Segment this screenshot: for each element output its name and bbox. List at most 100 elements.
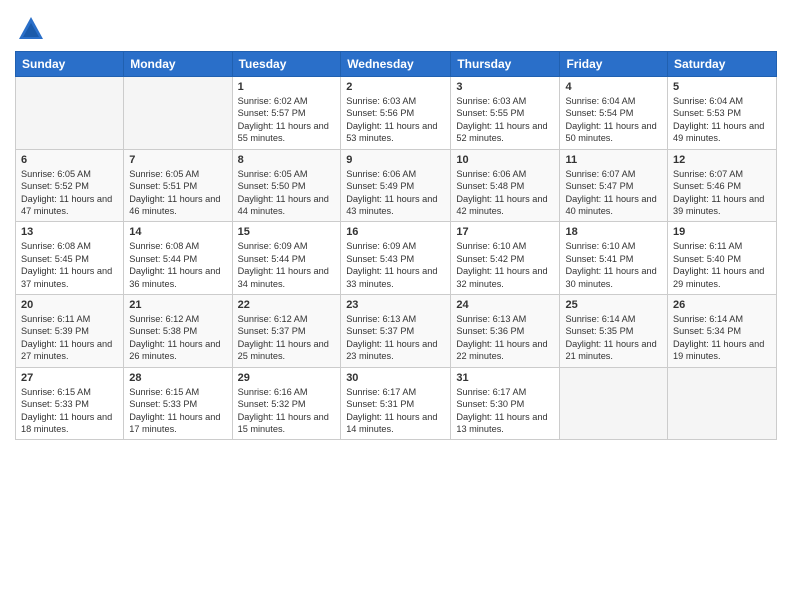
sunrise-label: Sunrise: 6:12 AM bbox=[238, 314, 308, 324]
calendar: SundayMondayTuesdayWednesdayThursdayFrid… bbox=[15, 51, 777, 440]
day-number: 8 bbox=[238, 154, 336, 166]
sunrise-label: Sunrise: 6:09 AM bbox=[238, 241, 308, 251]
day-content: Sunrise: 6:11 AMSunset: 5:40 PMDaylight:… bbox=[673, 240, 771, 290]
day-content: Sunrise: 6:02 AMSunset: 5:57 PMDaylight:… bbox=[238, 95, 336, 145]
calendar-cell: 17Sunrise: 6:10 AMSunset: 5:42 PMDayligh… bbox=[451, 222, 560, 295]
sunset-label: Sunset: 5:46 PM bbox=[673, 181, 741, 191]
sunset-label: Sunset: 5:44 PM bbox=[129, 254, 197, 264]
day-number: 28 bbox=[129, 372, 226, 384]
sunset-label: Sunset: 5:48 PM bbox=[456, 181, 524, 191]
day-number: 31 bbox=[456, 372, 554, 384]
daylight-label: Daylight: 11 hours and 42 minutes. bbox=[456, 194, 547, 216]
daylight-label: Daylight: 11 hours and 18 minutes. bbox=[21, 412, 112, 434]
day-number: 20 bbox=[21, 299, 118, 311]
daylight-label: Daylight: 11 hours and 43 minutes. bbox=[346, 194, 437, 216]
day-content: Sunrise: 6:06 AM Sunset: 5:48 PM Daylight:… bbox=[456, 168, 554, 218]
sunrise-label: Sunrise: 6:05 AM bbox=[21, 169, 91, 179]
day-content: Sunrise: 6:11 AMSunset: 5:39 PMDaylight:… bbox=[21, 313, 118, 363]
calendar-cell: 2Sunrise: 6:03 AMSunset: 5:56 PMDaylight… bbox=[341, 77, 451, 150]
daylight-label: Daylight: 11 hours and 17 minutes. bbox=[129, 412, 220, 434]
day-content: Sunrise: 6:09 AM Sunset: 5:43 PM Daylight:… bbox=[346, 240, 445, 290]
weekday-header-sunday: Sunday bbox=[16, 52, 124, 77]
calendar-cell: 30Sunrise: 6:17 AMSunset: 5:31 PMDayligh… bbox=[341, 367, 451, 440]
daylight-label: Daylight: 11 hours and 13 minutes. bbox=[456, 412, 547, 434]
daylight-label: Daylight: 11 hours and 26 minutes. bbox=[129, 339, 220, 361]
sunrise-label: Sunrise: 6:09 AM bbox=[346, 241, 416, 251]
daylight-label: Daylight: 11 hours and 15 minutes. bbox=[238, 412, 329, 434]
daylight-label: Daylight: 11 hours and 53 minutes. bbox=[346, 121, 437, 143]
calendar-cell: 1 Sunrise: 6:02 AMSunset: 5:57 PMDaylight… bbox=[232, 77, 341, 150]
sunset-label: Sunset: 5:44 PM bbox=[238, 254, 306, 264]
sunset-label: Sunset: 5:49 PM bbox=[346, 181, 414, 191]
sunrise-label: Sunrise: 6:10 AM bbox=[456, 241, 526, 251]
daylight-label: Daylight: 11 hours and 33 minutes. bbox=[346, 266, 437, 288]
day-number: 25 bbox=[565, 299, 662, 311]
daylight-label: Daylight: 11 hours and 27 minutes. bbox=[21, 339, 112, 361]
day-number: 17 bbox=[456, 226, 554, 238]
day-number: 9 bbox=[346, 154, 445, 166]
daylight-label: Daylight: 11 hours and 47 minutes. bbox=[21, 194, 112, 216]
logo-icon bbox=[17, 15, 45, 43]
sunrise-label: Sunrise: 6:07 AM bbox=[565, 169, 635, 179]
calendar-cell: 27Sunrise: 6:15 AMSunset: 5:33 PMDayligh… bbox=[16, 367, 124, 440]
calendar-cell: 23Sunrise: 6:13 AMSunset: 5:37 PMDayligh… bbox=[341, 295, 451, 368]
sunrise-label: Sunrise: 6:13 AM bbox=[346, 314, 416, 324]
day-number: 5 bbox=[673, 81, 771, 93]
sunrise-label: Sunrise: 6:05 AM bbox=[238, 169, 308, 179]
sunrise-label: Sunrise: 6:07 AM bbox=[673, 169, 743, 179]
sunrise-label: Sunrise: 6:10 AM bbox=[565, 241, 635, 251]
calendar-cell: 6 Sunrise: 6:05 AM Sunset: 5:52 PM Daylight… bbox=[16, 149, 124, 222]
calendar-cell: 25Sunrise: 6:14 AMSunset: 5:35 PMDayligh… bbox=[560, 295, 668, 368]
calendar-cell: 10 Sunrise: 6:06 AM Sunset: 5:48 PM Dayligh… bbox=[451, 149, 560, 222]
sunset-label: Sunset: 5:33 PM bbox=[21, 399, 89, 409]
sunset-label: Sunset: 5:52 PM bbox=[21, 181, 89, 191]
day-content: Sunrise: 6:05 AMSunset: 5:50 PMDaylight:… bbox=[238, 168, 336, 218]
calendar-week-row: 6 Sunrise: 6:05 AM Sunset: 5:52 PM Daylight… bbox=[16, 149, 777, 222]
calendar-cell: 31 Sunrise: 6:17 AMSunset: 5:30 PMDayligh… bbox=[451, 367, 560, 440]
weekday-header-monday: Monday bbox=[124, 52, 232, 77]
sunrise-label: Sunrise: 6:03 AM bbox=[456, 96, 526, 106]
day-content: Sunrise: 6:16 AMSunset: 5:32 PMDaylight:… bbox=[238, 386, 336, 436]
day-content: Sunrise: 6:17 AMSunset: 5:30 PMDaylight:… bbox=[456, 386, 554, 436]
calendar-cell: 22Sunrise: 6:12 AMSunset: 5:37 PMDayligh… bbox=[232, 295, 341, 368]
day-number: 21 bbox=[129, 299, 226, 311]
daylight-label: Daylight: 11 hours and 21 minutes. bbox=[565, 339, 656, 361]
day-number: 10 bbox=[456, 154, 554, 166]
sunset-label: Sunset: 5:43 PM bbox=[346, 254, 414, 264]
sunrise-label: Sunrise: 6:08 AM bbox=[129, 241, 199, 251]
sunset-label: Sunset: 5:50 PM bbox=[238, 181, 306, 191]
sunrise-label: Sunrise: 6:17 AM bbox=[456, 387, 526, 397]
calendar-cell: 3Sunrise: 6:03 AMSunset: 5:55 PMDaylight… bbox=[451, 77, 560, 150]
sunrise-label: Sunrise: 6:02 AM bbox=[238, 96, 308, 106]
calendar-cell: 26Sunrise: 6:14 AMSunset: 5:34 PMDayligh… bbox=[668, 295, 777, 368]
day-content: Sunrise: 6:12 AMSunset: 5:37 PMDaylight:… bbox=[238, 313, 336, 363]
daylight-label: Daylight: 11 hours and 55 minutes. bbox=[238, 121, 329, 143]
sunrise-label: Sunrise: 6:06 AM bbox=[456, 169, 526, 179]
day-content: Sunrise: 6:05 AM Sunset: 5:52 PM Daylight:… bbox=[21, 168, 118, 218]
daylight-label: Daylight: 11 hours and 19 minutes. bbox=[673, 339, 764, 361]
sunset-label: Sunset: 5:31 PM bbox=[346, 399, 414, 409]
calendar-cell: 4Sunrise: 6:04 AMSunset: 5:54 PMDaylight… bbox=[560, 77, 668, 150]
daylight-label: Daylight: 11 hours and 37 minutes. bbox=[21, 266, 112, 288]
day-content: Sunrise: 6:07 AMSunset: 5:46 PMDaylight:… bbox=[673, 168, 771, 218]
calendar-cell: 8Sunrise: 6:05 AMSunset: 5:50 PMDaylight… bbox=[232, 149, 341, 222]
day-content: Sunrise: 6:13 AMSunset: 5:36 PMDaylight:… bbox=[456, 313, 554, 363]
day-content: Sunrise: 6:08 AMSunset: 5:44 PMDaylight:… bbox=[129, 240, 226, 290]
calendar-cell bbox=[560, 367, 668, 440]
day-number: 29 bbox=[238, 372, 336, 384]
calendar-cell: 24Sunrise: 6:13 AMSunset: 5:36 PMDayligh… bbox=[451, 295, 560, 368]
day-content: Sunrise: 6:15 AMSunset: 5:33 PMDaylight:… bbox=[21, 386, 118, 436]
day-number: 1 bbox=[238, 81, 336, 93]
sunrise-label: Sunrise: 6:16 AM bbox=[238, 387, 308, 397]
daylight-label: Daylight: 11 hours and 46 minutes. bbox=[129, 194, 220, 216]
day-number: 6 bbox=[21, 154, 118, 166]
weekday-header-saturday: Saturday bbox=[668, 52, 777, 77]
sunrise-label: Sunrise: 6:04 AM bbox=[673, 96, 743, 106]
weekday-header-row: SundayMondayTuesdayWednesdayThursdayFrid… bbox=[16, 52, 777, 77]
calendar-cell: 19Sunrise: 6:11 AMSunset: 5:40 PMDayligh… bbox=[668, 222, 777, 295]
sunrise-label: Sunrise: 6:14 AM bbox=[565, 314, 635, 324]
sunrise-label: Sunrise: 6:14 AM bbox=[673, 314, 743, 324]
sunset-label: Sunset: 5:47 PM bbox=[565, 181, 633, 191]
day-content: Sunrise: 6:10 AMSunset: 5:41 PMDaylight:… bbox=[565, 240, 662, 290]
day-number: 14 bbox=[129, 226, 226, 238]
